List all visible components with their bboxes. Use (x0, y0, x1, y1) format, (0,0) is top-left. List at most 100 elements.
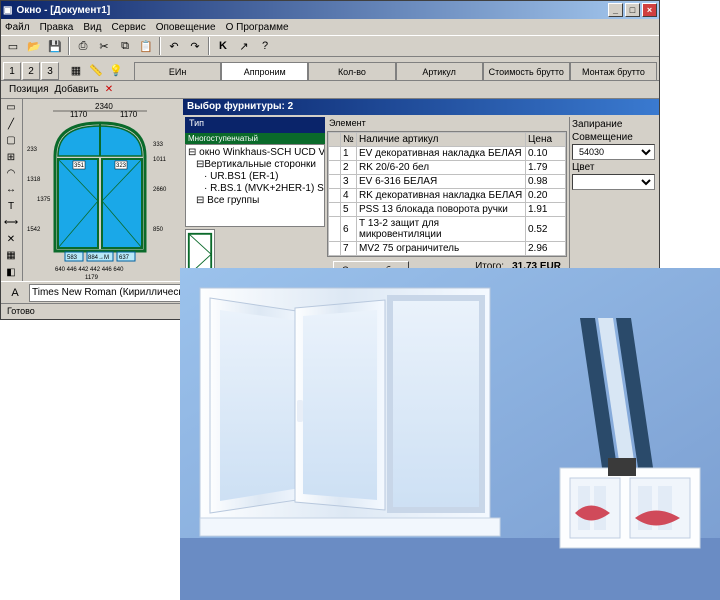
bold-icon[interactable]: K (213, 36, 233, 56)
page-2[interactable]: 2 (22, 62, 40, 80)
svg-text:1375: 1375 (37, 197, 51, 203)
ruler-icon[interactable]: 📏 (86, 60, 106, 80)
window-photo (200, 288, 500, 536)
app-icon: ▣ (3, 5, 12, 16)
bulb-icon[interactable]: 💡 (106, 60, 126, 80)
panel-title: Выбор фурнитуры: 2 (183, 99, 659, 115)
tab-article[interactable]: Артикул (396, 62, 483, 80)
undo-icon[interactable]: ↶ (164, 36, 184, 56)
combine-select[interactable]: 54030 (572, 144, 655, 160)
dim-top-total: 2340 (95, 102, 113, 111)
svg-text:1179: 1179 (85, 275, 99, 281)
svg-text:233: 233 (27, 147, 38, 153)
table-row: 1EV декоративная накладка БЕЛАЯ0.10 (329, 147, 566, 161)
color-tool-icon[interactable]: ◧ (2, 265, 20, 280)
maximize-button[interactable]: □ (625, 3, 640, 17)
svg-text:583: 583 (67, 255, 78, 261)
toolbar-1: ▭ 📂 💾 ⎙ ✂ ⧉ 📋 ↶ ↷ K ↗ ? (1, 35, 659, 57)
svg-text:351: 351 (74, 163, 85, 169)
close-x-icon[interactable]: ✕ (105, 84, 113, 95)
table-row: 6Т 13-2 защит для микровентиляции0.52 (329, 217, 566, 242)
page-3[interactable]: 3 (41, 62, 59, 80)
label-position: Позиция (9, 84, 49, 95)
copy-icon[interactable]: ⧉ (115, 36, 135, 56)
text-tool-icon[interactable]: T (2, 199, 20, 214)
line-tool-icon[interactable]: ╱ (2, 116, 20, 131)
page-1[interactable]: 1 (3, 62, 21, 80)
cut-icon[interactable]: ✂ (94, 36, 114, 56)
combine-label: Совмещение (572, 132, 655, 143)
svg-text:1542: 1542 (27, 227, 41, 233)
help-icon[interactable]: ? (255, 36, 275, 56)
arrow-icon[interactable]: ↗ (234, 36, 254, 56)
table-row: 7MV2 75 ограничитель2.96 (329, 242, 566, 256)
tab-qty[interactable]: Кол-во (308, 62, 395, 80)
window-title: Окно - [Документ1] (16, 5, 110, 16)
menu-file[interactable]: Файл (5, 22, 30, 33)
print-icon[interactable]: ⎙ (73, 36, 93, 56)
sub-row: Позиция Добавить ✕ (1, 81, 659, 99)
new-icon[interactable]: ▭ (3, 36, 23, 56)
redo-icon[interactable]: ↷ (185, 36, 205, 56)
glass-tool-icon[interactable]: ▦ (2, 248, 20, 263)
tab-approx[interactable]: Аппроним (221, 62, 308, 80)
hardware-tree[interactable]: ⊟ окно Winkhaus-SCH UCD Variotek ⊟Вертик… (185, 144, 325, 227)
menu-about[interactable]: О Программе (226, 22, 289, 33)
color-select[interactable] (572, 174, 655, 190)
tree-item[interactable]: ⊟ окно Winkhaus-SCH UCD Variotek (188, 147, 322, 159)
svg-text:850: 850 (153, 227, 164, 233)
tab-row: 1 2 3 ▦ 📏 💡 ЕИн Аппроним Кол-во Артикул … (1, 57, 659, 81)
menu-notify[interactable]: Оповещение (156, 22, 216, 33)
svg-text:1011: 1011 (153, 157, 167, 163)
menu-edit[interactable]: Правка (40, 22, 74, 33)
font-icon[interactable]: A (5, 283, 25, 303)
table-section-label: Элемент (327, 117, 567, 129)
right-panel: Запирание Совмещение 54030 Цвет (569, 117, 657, 279)
svg-text:1170: 1170 (70, 110, 88, 119)
titlebar[interactable]: ▣ Окно - [Документ1] _ □ × (1, 1, 659, 19)
tree-item[interactable]: · R.BS.1 (MVK+2HER-1) SVM-B (188, 183, 322, 195)
table-row: 2RK 20/6-20 бел1.79 (329, 161, 566, 175)
tree-header: Тип (185, 117, 325, 133)
rect-tool-icon[interactable]: ▢ (2, 133, 20, 148)
tree-item[interactable]: ⊟ Все группы (188, 195, 322, 207)
svg-text:333: 333 (153, 142, 164, 148)
svg-text:1318: 1318 (27, 177, 41, 183)
svg-text:884→M: 884→M (88, 255, 109, 261)
paste-icon[interactable]: 📋 (136, 36, 156, 56)
svg-text:323: 323 (116, 163, 127, 169)
close-button[interactable]: × (642, 3, 657, 17)
open-icon[interactable]: 📂 (24, 36, 44, 56)
arc-tool-icon[interactable]: ◠ (2, 166, 20, 181)
svg-text:637: 637 (119, 255, 130, 261)
svg-text:1170: 1170 (120, 110, 138, 119)
tree-item[interactable]: · UR.BS1 (ER-1) (188, 171, 322, 183)
minimize-button[interactable]: _ (608, 3, 623, 17)
table-row: 3EV 6-316 БЕЛАЯ0.98 (329, 175, 566, 189)
save-icon[interactable]: 💾 (45, 36, 65, 56)
window-tool-icon[interactable]: ⊞ (2, 149, 20, 164)
label-add[interactable]: Добавить (55, 84, 99, 95)
tree-subheader: Многоступенчатый (185, 133, 325, 144)
menu-view[interactable]: Вид (83, 22, 101, 33)
drawing-canvas[interactable]: 2340 1170 1170 351 323 (23, 99, 183, 281)
tab-unit[interactable]: ЕИн (134, 62, 221, 80)
select-tool-icon[interactable]: ▭ (2, 100, 20, 115)
dim-tool-icon[interactable]: ⟷ (2, 215, 20, 230)
tab-gross-cost[interactable]: Стоимость брутто (483, 62, 570, 80)
table-row: 5РSS 13 блокада поворота ручки1.91 (329, 203, 566, 217)
grid-icon[interactable]: ▦ (66, 60, 86, 80)
menubar: Файл Правка Вид Сервис Оповещение О Прог… (1, 19, 659, 35)
hardware-panel: Выбор фурнитуры: 2 Тип Многоступенчатый … (183, 99, 659, 281)
tool-palette: ▭ ╱ ▢ ⊞ ◠ ↔ T ⟷ ✕ ▦ ◧ (1, 99, 23, 281)
tab-gross-mount[interactable]: Монтаж брутто (570, 62, 657, 80)
measure-tool-icon[interactable]: ↔ (2, 182, 20, 197)
erase-tool-icon[interactable]: ✕ (2, 232, 20, 247)
svg-text:2660: 2660 (153, 187, 167, 193)
lock-label: Запирание (572, 119, 655, 130)
svg-text:640 446 442 442 446 640: 640 446 442 442 446 640 (55, 267, 124, 273)
tree-item[interactable]: ⊟Вертикальные сторонки (188, 159, 322, 171)
product-photo (180, 268, 720, 600)
menu-service[interactable]: Сервис (111, 22, 145, 33)
parts-table[interactable]: №Наличие артикулЦена 1EV декоративная на… (327, 131, 567, 257)
